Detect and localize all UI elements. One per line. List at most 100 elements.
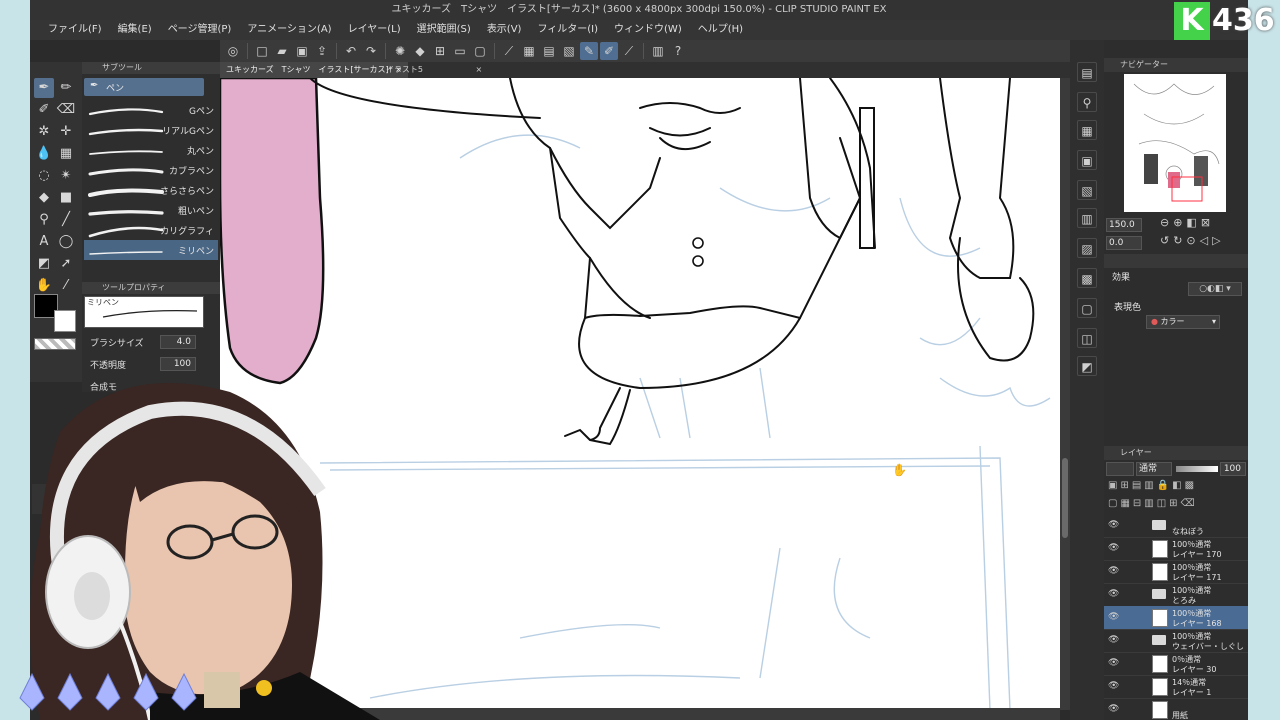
layer-tool-row-2[interactable]: ▢▦⊟▥◫⊞⌫ — [1108, 498, 1198, 509]
grid-icon[interactable]: ▦ — [520, 42, 538, 60]
eye-icon[interactable]: 👁 — [1108, 704, 1119, 714]
layer-property-icon[interactable]: ▤ — [1077, 62, 1097, 82]
subtool-brush-item[interactable]: ミリペン — [84, 240, 218, 260]
layer-opacity-slider[interactable] — [1176, 466, 1218, 472]
sub-view-icon[interactable]: ▢ — [1077, 298, 1097, 318]
menu-help[interactable]: ヘルプ(H) — [690, 20, 751, 40]
layer-row[interactable]: 👁 100％通常 レイヤー 171 — [1104, 560, 1248, 584]
color-set-icon[interactable]: ▨ — [1077, 238, 1097, 258]
menu-selection[interactable]: 選択範囲(S) — [409, 20, 479, 40]
snap-ruler-icon[interactable]: ✎ — [580, 42, 598, 60]
navigator-angle-input[interactable]: 0.0 — [1106, 236, 1142, 250]
transform-icon[interactable]: ⊞ — [431, 42, 449, 60]
layer-color-button[interactable] — [1106, 462, 1134, 476]
expression-color-select[interactable]: ● カラー ▾ — [1146, 315, 1220, 329]
eraser-tool-icon[interactable]: ⌫ — [56, 100, 76, 120]
line-tool-icon[interactable]: ╱ — [56, 210, 76, 230]
snap-special-ruler-icon[interactable]: ✐ — [600, 42, 618, 60]
rect-tool-icon[interactable]: ■ — [56, 188, 76, 208]
subtool-brush-item[interactable]: カブラペン — [84, 160, 218, 180]
layer-opacity-input[interactable]: 100 — [1220, 462, 1246, 476]
save-icon[interactable]: ▣ — [293, 42, 311, 60]
layer-row[interactable]: 👁 0％通常 レイヤー 30 — [1104, 652, 1248, 676]
clear-icon[interactable]: ✺ — [391, 42, 409, 60]
balloon-tool-icon[interactable]: ◯ — [56, 232, 76, 252]
item-bank-icon[interactable]: ▥ — [1077, 208, 1097, 228]
deselect-icon[interactable]: ▭ — [451, 42, 469, 60]
opacity-input[interactable]: 100 — [160, 357, 196, 371]
menu-file[interactable]: ファイル(F) — [40, 20, 110, 40]
clip-studio-icon[interactable]: ◎ — [224, 42, 242, 60]
new-file-icon[interactable]: □ — [253, 42, 271, 60]
eye-icon[interactable]: 👁 — [1108, 681, 1119, 691]
menu-animation[interactable]: アニメーション(A) — [239, 20, 339, 40]
transparent-color-swatch[interactable] — [34, 338, 76, 350]
history-icon[interactable]: ▣ — [1077, 150, 1097, 170]
eye-icon[interactable]: 👁 — [1108, 635, 1119, 645]
menu-filter[interactable]: フィルター(I) — [529, 20, 606, 40]
ruler-icon[interactable]: ▤ — [540, 42, 558, 60]
subtool-brush-item[interactable]: Gペン — [84, 100, 218, 120]
layer-blend-mode-select[interactable]: 通常 — [1136, 462, 1172, 476]
fill-tool-icon[interactable]: ◆ — [34, 188, 54, 208]
subtool-brush-item[interactable]: さらさらペン — [84, 180, 218, 200]
pen-tool-icon[interactable]: ✒ — [34, 78, 54, 98]
gradient-tool-icon[interactable]: ▦ — [56, 144, 76, 164]
navigator-zoom-buttons[interactable]: ⊖⊕◧⊠ — [1160, 216, 1214, 229]
layer-search-icon[interactable]: ◫ — [1077, 328, 1097, 348]
layer-row[interactable]: 👁 100％通常 レイヤー 170 — [1104, 537, 1248, 561]
layer-row[interactable]: 👁 100％通常 とろみ — [1104, 583, 1248, 607]
menu-layer[interactable]: レイヤー(L) — [340, 20, 409, 40]
eye-icon[interactable]: 👁 — [1108, 612, 1119, 622]
subtool-brush-item[interactable]: カリグラフィ — [84, 220, 218, 240]
auto-action-icon[interactable]: ▧ — [1077, 180, 1097, 200]
help-icon[interactable]: ? — [669, 42, 687, 60]
layer-row[interactable]: 👁 14％通常 レイヤー 1 — [1104, 675, 1248, 699]
blend-tool-icon[interactable]: 💧 — [34, 144, 54, 164]
mask-icon[interactable]: ▧ — [560, 42, 578, 60]
vertical-scroll-thumb[interactable] — [1062, 458, 1068, 538]
eye-icon[interactable]: 👁 — [1108, 566, 1119, 576]
layer-row[interactable]: 👁 用紙 — [1104, 698, 1248, 720]
pencil-tool-icon[interactable]: ✏ — [56, 78, 76, 98]
move-tool-icon[interactable]: ✛ — [56, 122, 76, 142]
auto-select-tool-icon[interactable]: ✴ — [56, 166, 76, 186]
undo-icon[interactable]: ↶ — [342, 42, 360, 60]
open-folder-icon[interactable]: ▰ — [273, 42, 291, 60]
animation-timeline-icon[interactable]: ◩ — [1077, 356, 1097, 376]
subtool-group-pen[interactable]: ✒ ペン — [84, 78, 204, 96]
menu-view[interactable]: 表示(V) — [479, 20, 530, 40]
layer-row[interactable]: 👁 なねぼう — [1104, 514, 1248, 538]
memo-icon[interactable]: ▥ — [649, 42, 667, 60]
layer-row[interactable]: 👁 100％通常 レイヤー 168 — [1104, 606, 1248, 630]
redo-icon[interactable]: ↷ — [362, 42, 380, 60]
layer-tool-row-1[interactable]: ▣⊞▤▥🔒◧▩ — [1108, 480, 1197, 491]
crop-icon[interactable]: ▢ — [471, 42, 489, 60]
subtool-brush-item[interactable]: 粗いペン — [84, 200, 218, 220]
menu-window[interactable]: ウィンドウ(W) — [606, 20, 690, 40]
material-icon[interactable]: ▦ — [1077, 120, 1097, 140]
operation-tool-icon[interactable]: ➚ — [56, 254, 76, 274]
navigator-preview[interactable] — [1124, 74, 1226, 212]
lasso-tool-icon[interactable]: ◌ — [34, 166, 54, 186]
stroke-icon[interactable]: ⟋ — [500, 42, 518, 60]
hand-tool-icon[interactable]: ✋ — [34, 276, 54, 296]
eyedropper-tool-icon[interactable]: ⁄ — [56, 276, 76, 296]
sub-color-swatch[interactable] — [54, 310, 76, 332]
effect-mode-buttons[interactable]: ○◐◧ ▾ — [1188, 282, 1242, 296]
search-layer-icon[interactable]: ⚲ — [1077, 92, 1097, 112]
frame-tool-icon[interactable]: ◩ — [34, 254, 54, 274]
subtool-brush-item[interactable]: 丸ペン — [84, 140, 218, 160]
quick-access-icon[interactable]: ▩ — [1077, 268, 1097, 288]
brush-tool-icon[interactable]: ✐ — [34, 100, 54, 120]
snap-grid-icon[interactable]: ⟋ — [620, 42, 638, 60]
menu-edit[interactable]: 編集(E) — [110, 20, 160, 40]
eye-icon[interactable]: 👁 — [1108, 658, 1119, 668]
text-tool-icon[interactable]: A — [34, 232, 54, 252]
navigator-rotate-buttons[interactable]: ↺↻⊙◁▷ — [1160, 234, 1225, 247]
menu-page[interactable]: ページ管理(P) — [160, 20, 240, 40]
close-tab-icon[interactable]: × — [475, 65, 482, 74]
eye-icon[interactable]: 👁 — [1108, 589, 1119, 599]
decoration-tool-icon[interactable]: ✲ — [34, 122, 54, 142]
tab-second-document[interactable]: イラスト5 × — [380, 62, 488, 78]
